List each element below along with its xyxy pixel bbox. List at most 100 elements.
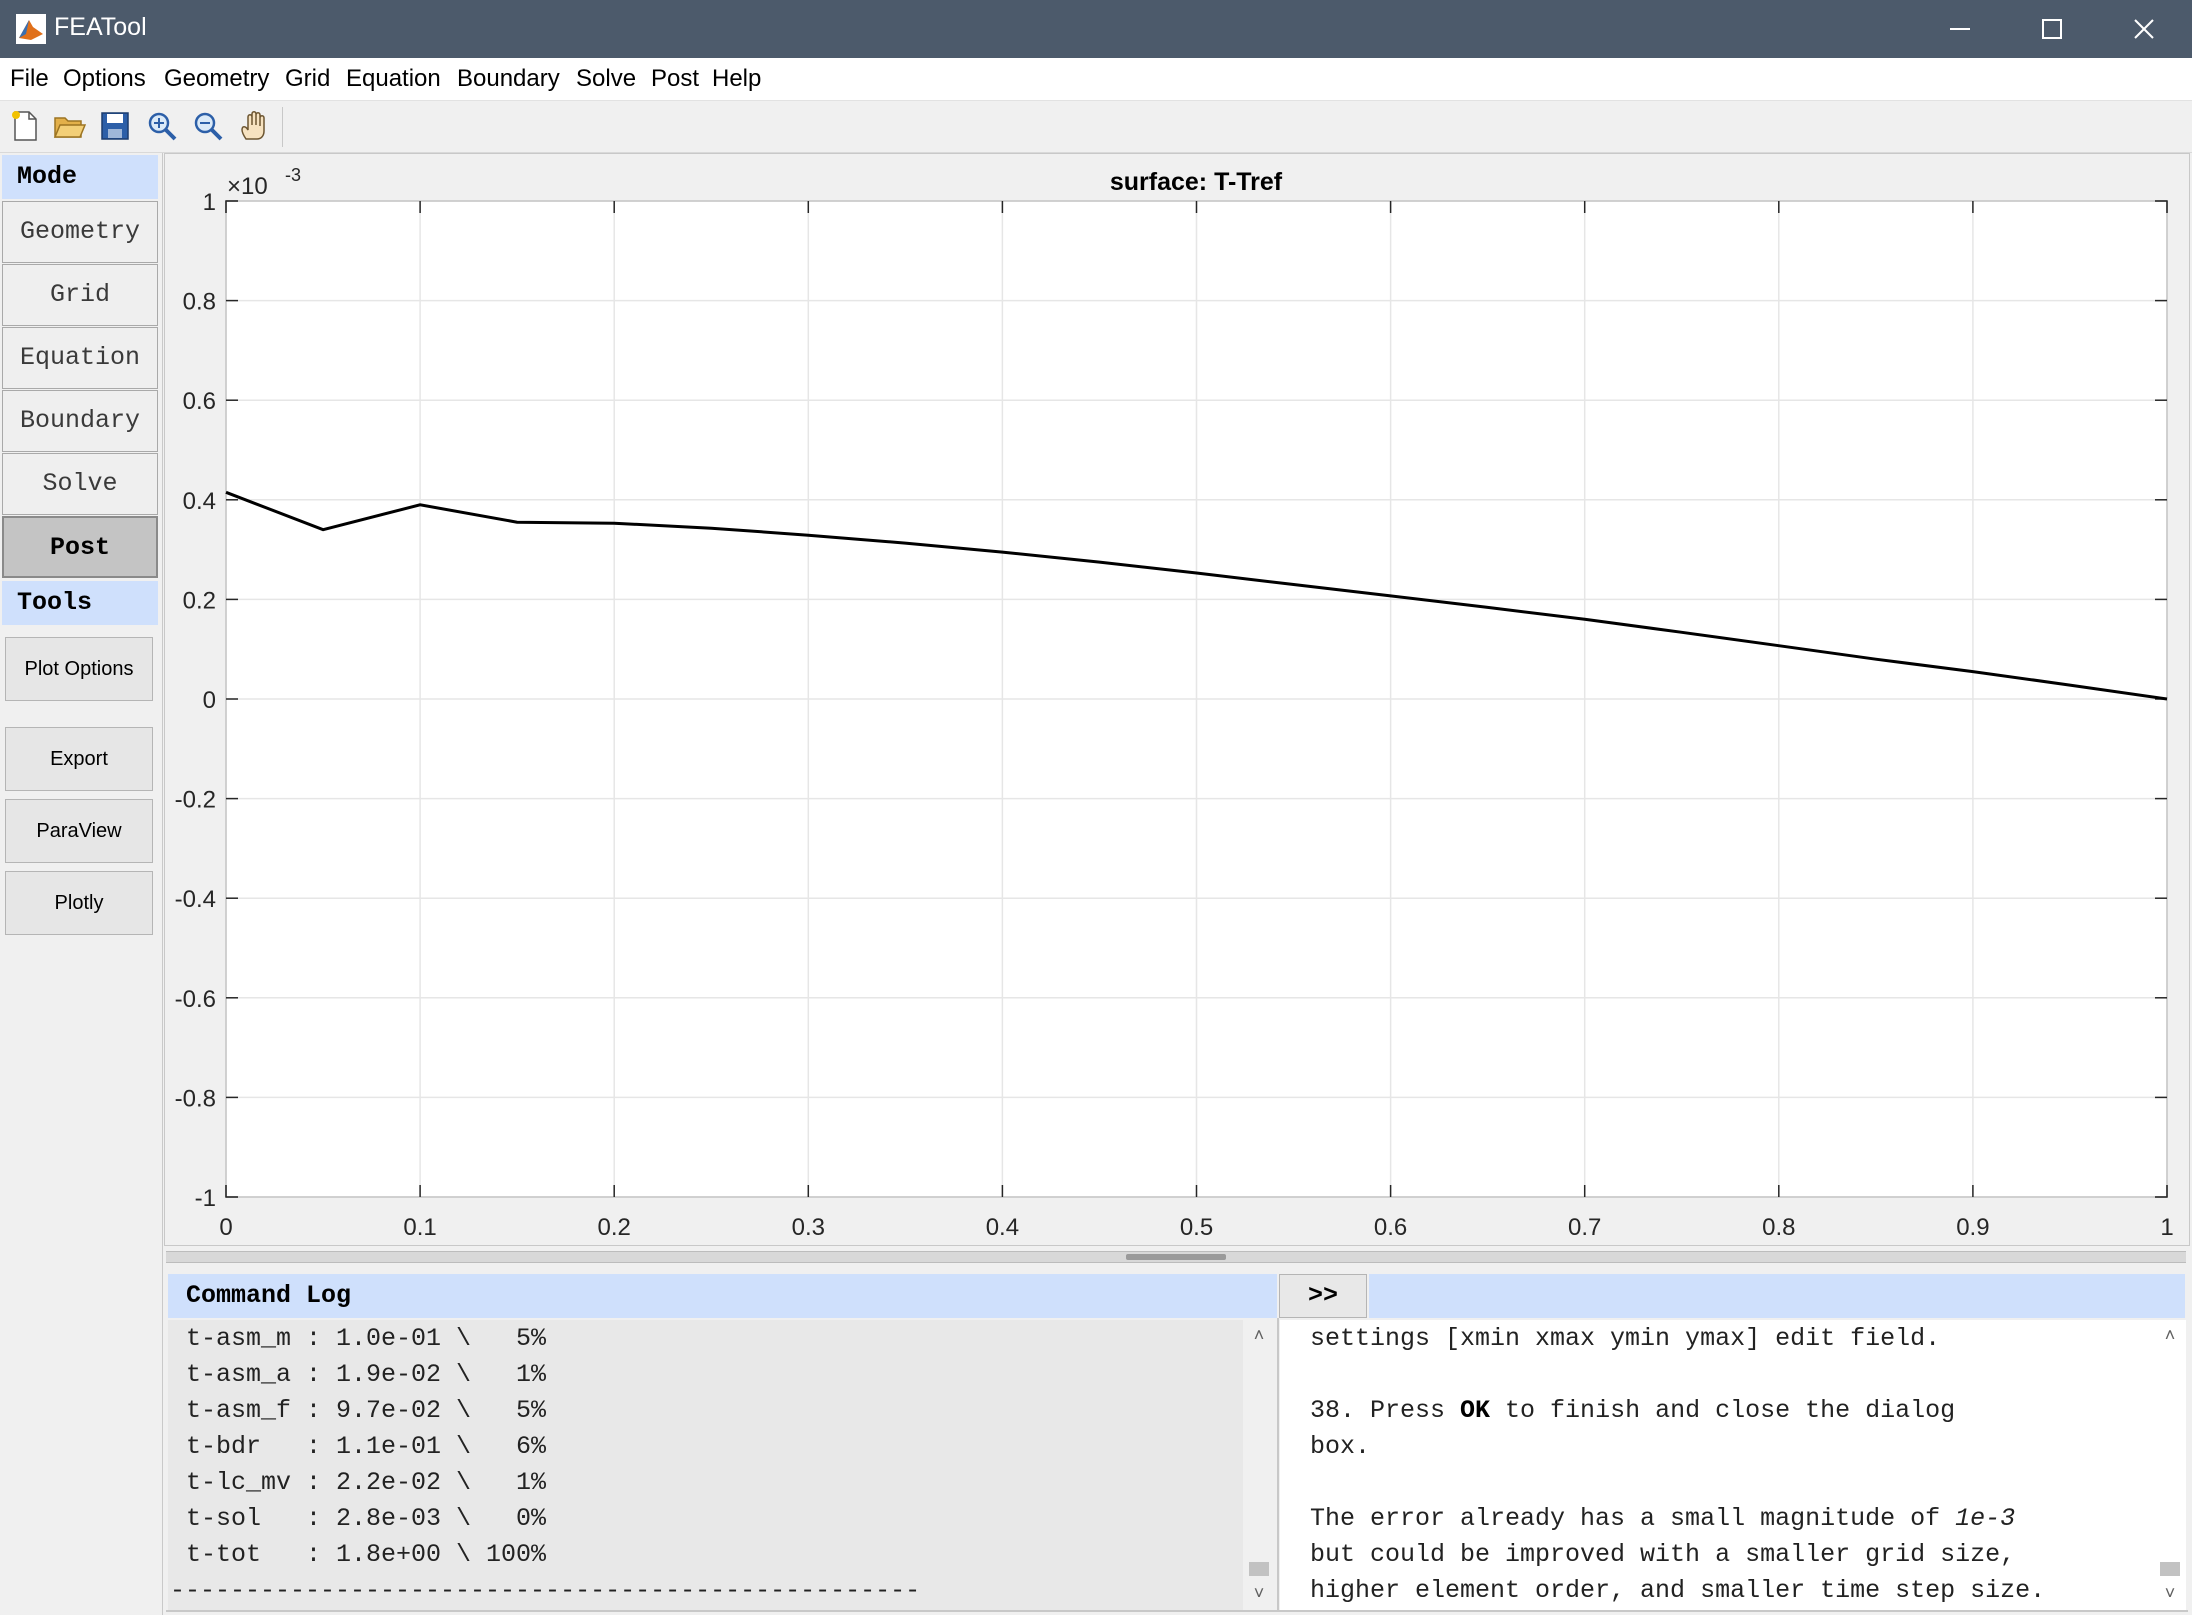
y-tick-label: -0.2	[175, 787, 216, 814]
y-tick-label: 0.2	[183, 587, 216, 614]
command-log[interactable]: t-asm_m : 1.0e-01 \ 5% t-asm_a : 1.9e-02…	[168, 1320, 1243, 1610]
plot-panel: 0 0.1 0.2 0.3 0.4 0.5 0.6 0.7 0.8 0.9 1 1 0.8 0.6 0.4 0…	[164, 153, 2190, 1246]
y-tick-label: -0.6	[175, 986, 216, 1013]
scroll-down-icon[interactable]: ˅	[2154, 1578, 2186, 1608]
log-help-divider	[1277, 1318, 1279, 1610]
x-tick-label: 0.6	[1374, 1214, 1407, 1241]
help-line: higher element order, and smaller time s…	[1310, 1576, 2046, 1605]
menu-options[interactable]: Options	[63, 65, 146, 93]
toolbar-separator	[282, 107, 283, 147]
help-line: settings [xmin xmax ymin ymax] edit fiel…	[1310, 1324, 1941, 1353]
menu-boundary[interactable]: Boundary	[457, 65, 560, 93]
y-tick-label: 0	[203, 687, 216, 714]
bottom-border	[166, 1610, 2188, 1612]
maximize-icon	[2042, 19, 2062, 39]
menu-geometry[interactable]: Geometry	[164, 65, 269, 93]
x-tick-label: 0.7	[1568, 1214, 1601, 1241]
paraview-button[interactable]: ParaView	[5, 799, 153, 863]
plot-options-button[interactable]: Plot Options	[5, 637, 153, 701]
x-tick-label: 0.4	[986, 1214, 1019, 1241]
ok-emphasis: OK	[1460, 1396, 1491, 1425]
x-tick-label: 0.9	[1956, 1214, 1989, 1241]
x-tick-label: 0.8	[1762, 1214, 1795, 1241]
error-magnitude: 1e-3	[1955, 1504, 2016, 1533]
log-line: t-asm_f : 9.7e-02 \ 5%	[186, 1396, 547, 1425]
scroll-down-icon[interactable]: ˅	[1243, 1578, 1275, 1608]
help-line: but could be improved with a smaller gri…	[1310, 1540, 2016, 1569]
menu-grid[interactable]: Grid	[285, 65, 330, 93]
log-line: t-sol : 2.8e-03 \ 0%	[186, 1504, 547, 1533]
y-tick-label: -0.4	[175, 886, 216, 913]
menu-solve[interactable]: Solve	[576, 65, 636, 93]
minimize-button[interactable]	[1914, 0, 2006, 58]
menu-help[interactable]: Help	[712, 65, 761, 93]
close-button[interactable]	[2098, 0, 2190, 58]
maximize-button[interactable]	[2006, 0, 2098, 58]
left-panel: Mode Geometry Grid Equation Boundary Sol…	[0, 153, 163, 1615]
log-line: t-lc_mv : 2.2e-02 \ 1%	[186, 1468, 547, 1497]
mode-grid-button[interactable]: Grid	[2, 264, 158, 326]
y-tick-label: 0.4	[183, 488, 216, 515]
mode-solve-button[interactable]: Solve	[2, 453, 158, 515]
help-scrollbar[interactable]: ˄ ˅	[2154, 1320, 2186, 1610]
log-scrollbar[interactable]: ˄ ˅	[1243, 1320, 1275, 1610]
menu-equation[interactable]: Equation	[346, 65, 441, 93]
log-scroll-thumb[interactable]	[1249, 1562, 1269, 1576]
y-tick-label: -0.8	[175, 1085, 216, 1112]
mode-boundary-button[interactable]: Boundary	[2, 390, 158, 452]
y-tick-label: 1	[203, 189, 216, 216]
command-log-header: Command Log	[168, 1274, 1277, 1318]
y-tick-label: 0.8	[183, 289, 216, 316]
mode-header: Mode	[2, 155, 158, 199]
mode-geometry-button[interactable]: Geometry	[2, 201, 158, 263]
line-chart[interactable]: 0 0.1 0.2 0.3 0.4 0.5 0.6 0.7 0.8 0.9 1 1 0.8 0.6 0.4 0…	[165, 154, 2189, 1245]
log-separator: ----------------------------------------…	[170, 1576, 921, 1605]
scroll-up-icon[interactable]: ˄	[1243, 1320, 1275, 1350]
log-line: t-asm_m : 1.0e-01 \ 5%	[186, 1324, 547, 1353]
log-line: t-bdr : 1.1e-01 \ 6%	[186, 1432, 547, 1461]
menu-bar: File Options Geometry Grid Equation Boun…	[0, 58, 2192, 101]
expand-button[interactable]: >>	[1279, 1274, 1367, 1318]
zoom-out-icon[interactable]	[191, 109, 225, 143]
x-tick-label: 0.1	[403, 1214, 436, 1241]
help-panel[interactable]: settings [xmin xmax ymin ymax] edit fiel…	[1280, 1320, 2154, 1610]
help-header	[1369, 1274, 2185, 1318]
mode-equation-button[interactable]: Equation	[2, 327, 158, 389]
scroll-up-icon[interactable]: ˄	[2154, 1320, 2186, 1350]
export-button[interactable]: Export	[5, 727, 153, 791]
open-folder-icon[interactable]	[52, 109, 86, 143]
pan-hand-icon[interactable]	[237, 109, 271, 143]
mode-post-button[interactable]: Post	[2, 516, 158, 578]
help-line: box.	[1310, 1432, 1371, 1461]
tools-header: Tools	[2, 581, 158, 625]
y-tick-label: -1	[195, 1185, 216, 1212]
panel-splitter[interactable]	[166, 1251, 2186, 1263]
toolbar	[0, 101, 2192, 153]
window-title: FEATool	[54, 13, 147, 41]
zoom-in-icon[interactable]	[145, 109, 179, 143]
y-exponent-base: ×10	[227, 173, 268, 200]
minimize-icon	[1950, 28, 1970, 30]
matlab-app-icon	[16, 14, 46, 44]
help-line: 38. Press OK to finish and close the dia…	[1310, 1396, 1956, 1425]
menu-file[interactable]: File	[10, 65, 49, 93]
y-tick-label: 0.6	[183, 388, 216, 415]
x-tick-label: 0.5	[1180, 1214, 1213, 1241]
log-line: t-asm_a : 1.9e-02 \ 1%	[186, 1360, 547, 1389]
x-tick-label: 0	[219, 1214, 232, 1241]
x-tick-label: 0.2	[598, 1214, 631, 1241]
help-scroll-thumb[interactable]	[2160, 1562, 2180, 1576]
x-tick-label: 0.3	[792, 1214, 825, 1241]
chart-title: surface: T-Tref	[1110, 168, 1283, 196]
save-icon[interactable]	[98, 109, 132, 143]
plotly-button[interactable]: Plotly	[5, 871, 153, 935]
x-tick-label: 1	[2160, 1214, 2173, 1241]
title-bar: FEATool	[0, 0, 2192, 58]
help-line: The error already has a small magnitude …	[1310, 1504, 2016, 1533]
new-file-icon[interactable]	[8, 109, 42, 143]
menu-post[interactable]: Post	[651, 65, 699, 93]
close-icon	[2134, 19, 2154, 39]
log-line: t-tot : 1.8e+00 \ 100%	[186, 1540, 547, 1569]
splitter-grip[interactable]	[1126, 1254, 1226, 1260]
y-exponent-power: -3	[285, 165, 301, 185]
